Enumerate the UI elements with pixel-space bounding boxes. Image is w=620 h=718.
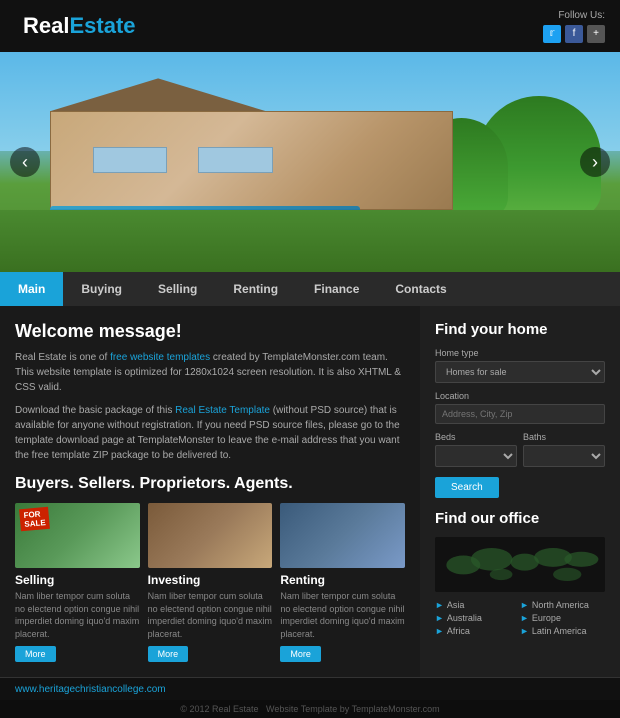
hero-banner: ‹ ›: [0, 52, 620, 272]
real-estate-link[interactable]: Real Estate Template: [175, 405, 270, 416]
card-renting-more[interactable]: More: [280, 646, 321, 662]
card-selling-title: Selling: [15, 573, 140, 587]
header: RealEstate Follow Us: 𝕣 f +: [0, 0, 620, 52]
arrow-icon: ►: [435, 600, 444, 610]
card-selling-text: Nam liber tempor cum soluta no electend …: [15, 590, 140, 640]
region-asia: ► Asia: [435, 600, 520, 610]
region-col-1: ► Asia ► Australia ► Africa: [435, 600, 520, 639]
region-africa: ► Africa: [435, 626, 520, 636]
region-latin-america: ► Latin America: [520, 626, 605, 636]
arrow-icon: ►: [520, 600, 529, 610]
twitter-icon[interactable]: 𝕣: [543, 25, 561, 43]
find-home-title: Find your home: [435, 321, 605, 338]
region-australia-label: Australia: [447, 613, 482, 623]
region-north-america-label: North America: [532, 600, 589, 610]
region-europe-label: Europe: [532, 613, 561, 623]
logo: RealEstate: [15, 8, 144, 44]
beds-label: Beds: [435, 432, 517, 442]
home-type-label: Home type: [435, 348, 605, 358]
for-sale-badge: FORSALE: [19, 507, 50, 531]
nav-buying[interactable]: Buying: [63, 272, 140, 306]
template-link[interactable]: free website templates: [110, 352, 210, 363]
navigation: Main Buying Selling Renting Finance Cont…: [0, 272, 620, 306]
hero-image: [0, 52, 620, 272]
nav-finance[interactable]: Finance: [296, 272, 377, 306]
welcome-text-2: Download the basic package of this Real …: [15, 403, 405, 463]
social-icons: 𝕣 f +: [543, 25, 605, 43]
content-left: Welcome message! Real Estate is one of f…: [0, 306, 420, 677]
footer-bottom: © 2012 Real Estate Website Template by T…: [0, 700, 620, 718]
region-australia: ► Australia: [435, 613, 520, 623]
main-content: Welcome message! Real Estate is one of f…: [0, 306, 620, 677]
follow-us-label: Follow Us:: [543, 10, 605, 21]
content-right: Find your home Home type Homes for sale …: [420, 306, 620, 677]
nav-selling[interactable]: Selling: [140, 272, 215, 306]
nav-main[interactable]: Main: [0, 272, 63, 306]
card-selling: FORSALE Selling Nam liber tempor cum sol…: [15, 503, 140, 662]
logo-real: Real: [23, 13, 69, 38]
logo-estate: Estate: [69, 13, 135, 38]
welcome-text: Real Estate is one of free website templ…: [15, 350, 405, 395]
region-north-america: ► North America: [520, 600, 605, 610]
footer-bar: www.heritagechristiancollege.com: [0, 677, 620, 700]
card-renting-text: Nam liber tempor cum soluta no electend …: [280, 590, 405, 640]
arrow-icon: ►: [520, 613, 529, 623]
card-investing-title: Investing: [148, 573, 273, 587]
beds-group: Beds 1 2 3 4+: [435, 432, 517, 475]
baths-select[interactable]: 1 2 3 4+: [523, 445, 605, 467]
hero-prev-button[interactable]: ‹: [10, 147, 40, 177]
regions: ► Asia ► Australia ► Africa ► No: [435, 600, 605, 639]
footer-copyright: © 2012 Real Estate: [180, 704, 258, 714]
region-asia-label: Asia: [447, 600, 465, 610]
card-investing-text: Nam liber tempor cum soluta no electend …: [148, 590, 273, 640]
find-office-title: Find our office: [435, 510, 605, 527]
nav-contacts[interactable]: Contacts: [377, 272, 464, 306]
googleplus-icon[interactable]: +: [587, 25, 605, 43]
welcome-title: Welcome message!: [15, 321, 405, 342]
footer-credit: Website Template by TemplateMonster.com: [266, 704, 440, 714]
card-investing-more[interactable]: More: [148, 646, 189, 662]
nav-renting[interactable]: Renting: [215, 272, 296, 306]
arrow-icon: ►: [435, 626, 444, 636]
find-office: Find our office ► Asia: [435, 510, 605, 639]
baths-group: Baths 1 2 3 4+: [523, 432, 605, 475]
location-input[interactable]: [435, 404, 605, 424]
arrow-icon: ►: [435, 613, 444, 623]
card-investing: Investing Nam liber tempor cum soluta no…: [148, 503, 273, 662]
region-col-2: ► North America ► Europe ► Latin America: [520, 600, 605, 639]
card-selling-image: FORSALE: [15, 503, 140, 568]
search-button[interactable]: Search: [435, 477, 499, 498]
home-type-select[interactable]: Homes for sale Apartments Commercial: [435, 361, 605, 383]
facebook-icon[interactable]: f: [565, 25, 583, 43]
hero-next-button[interactable]: ›: [580, 147, 610, 177]
beds-select[interactable]: 1 2 3 4+: [435, 445, 517, 467]
buyers-title: Buyers. Sellers. Proprietors. Agents.: [15, 475, 405, 493]
region-latin-america-label: Latin America: [532, 626, 587, 636]
cards-container: FORSALE Selling Nam liber tempor cum sol…: [15, 503, 405, 662]
region-europe: ► Europe: [520, 613, 605, 623]
world-map: [435, 537, 605, 592]
card-renting: Renting Nam liber tempor cum soluta no e…: [280, 503, 405, 662]
region-africa-label: Africa: [447, 626, 470, 636]
card-investing-image: [148, 503, 273, 568]
card-renting-image: [280, 503, 405, 568]
beds-baths-row: Beds 1 2 3 4+ Baths 1 2 3 4+: [435, 432, 605, 475]
follow-us: Follow Us: 𝕣 f +: [543, 10, 605, 43]
arrow-icon: ►: [520, 626, 529, 636]
baths-label: Baths: [523, 432, 605, 442]
card-renting-title: Renting: [280, 573, 405, 587]
location-label: Location: [435, 391, 605, 401]
card-selling-more[interactable]: More: [15, 646, 56, 662]
